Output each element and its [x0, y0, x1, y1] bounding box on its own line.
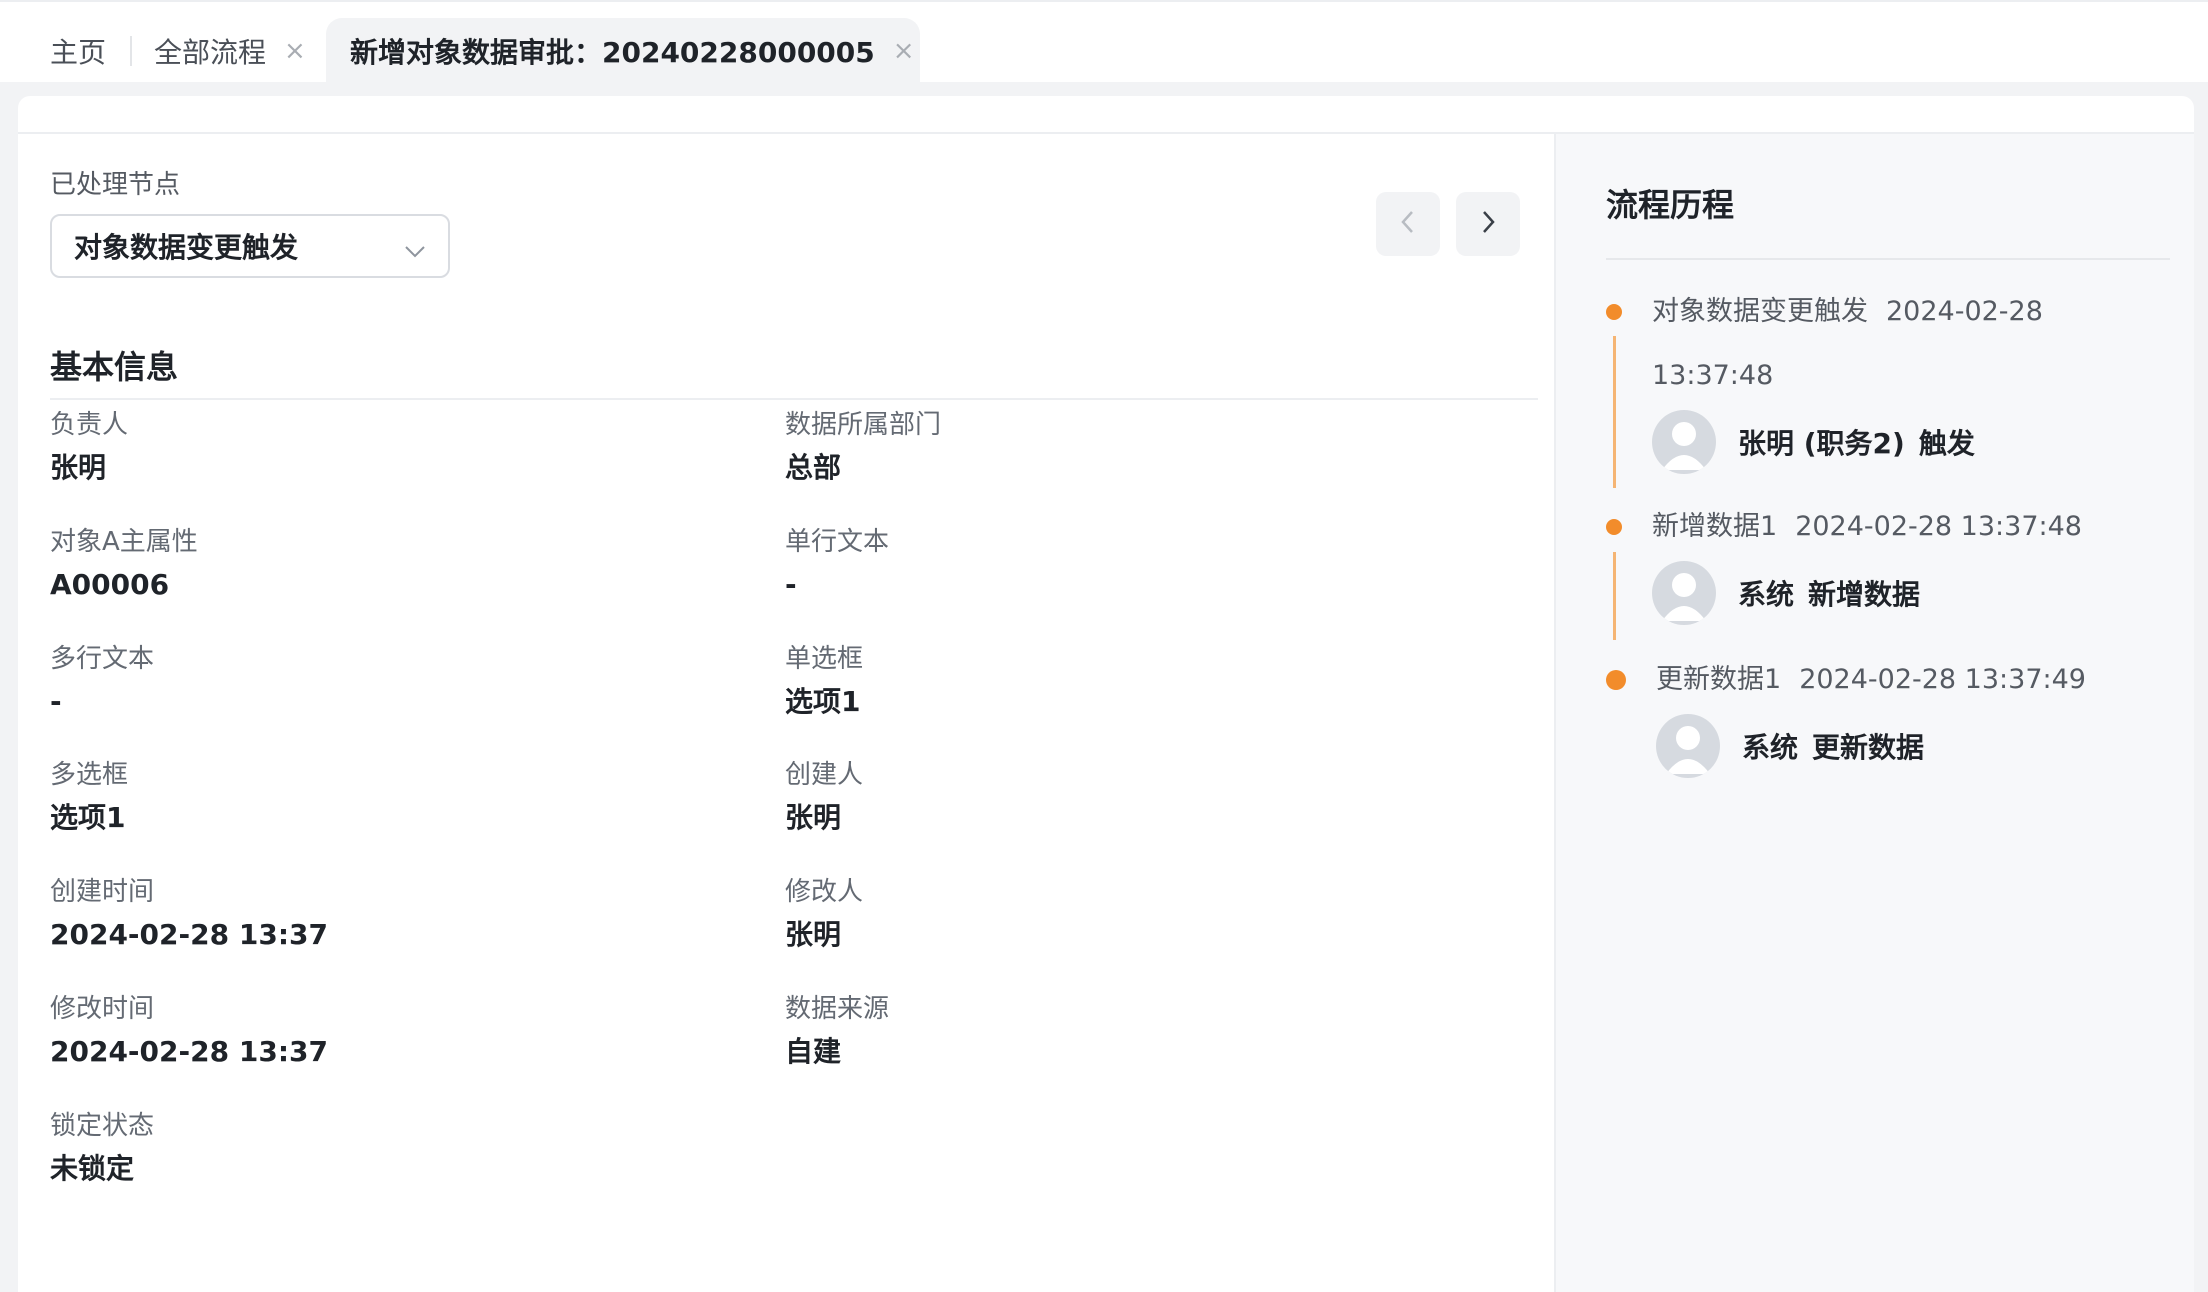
timeline-item-header: 更新数据1 2024-02-28 13:37:49 — [1656, 648, 2126, 712]
field-label: 锁定状态 — [50, 1111, 155, 1141]
main-card: 已处理节点 对象数据变更触发 基本信息 负责人 张明 数据所属部门 总部 对象A… — [18, 96, 2194, 1292]
field-lock-status: 锁定状态 未锁定 — [50, 1109, 750, 1187]
history-divider — [1606, 258, 2170, 260]
field-creator: 创建人 张明 — [785, 758, 1485, 836]
timeline-dot — [1606, 304, 1622, 320]
field-radio: 单选框 选项1 — [785, 642, 1485, 720]
tab-home-label: 主页 — [50, 36, 107, 69]
avatar-placeholder-icon — [1652, 561, 1716, 625]
prev-node-button[interactable] — [1376, 192, 1440, 256]
history-title: 流程历程 — [1606, 186, 1735, 224]
close-icon[interactable]: × — [893, 36, 915, 66]
field-label: 创建人 — [785, 760, 864, 790]
timeline-dot — [1606, 519, 1622, 535]
node-select[interactable]: 对象数据变更触发 — [50, 214, 450, 278]
field-label: 修改人 — [785, 877, 864, 907]
timeline-dot — [1606, 670, 1626, 690]
tab-all-process[interactable]: 全部流程 × — [154, 18, 306, 84]
timeline-user: 系统 — [1742, 731, 1799, 764]
processed-nodes-label: 已处理节点 — [50, 170, 181, 200]
tab-approval-label: 新增对象数据审批：20240228000005 — [350, 36, 875, 69]
tab-divider — [130, 36, 132, 66]
field-label: 数据来源 — [785, 994, 890, 1024]
field-value: 选项1 — [785, 685, 861, 718]
field-value: 张明 — [50, 451, 107, 484]
section-divider — [50, 398, 1538, 400]
field-label: 修改时间 — [50, 994, 155, 1024]
field-multi-line-text: 多行文本 - — [50, 642, 750, 720]
timeline-user-row: 张明 (职务2) 触发 — [1652, 410, 1975, 474]
timeline-item-header: 对象数据变更触发 2024-02-28 13:37:48 — [1652, 280, 2122, 408]
field-department: 数据所属部门 总部 — [785, 408, 1485, 486]
field-primary-attr: 对象A主属性 A00006 — [50, 525, 750, 603]
field-value: 选项1 — [50, 801, 126, 834]
field-created-time: 创建时间 2024-02-28 13:37 — [50, 875, 750, 953]
timeline-action: 更新数据 — [1812, 731, 1925, 764]
field-owner: 负责人 张明 — [50, 408, 750, 486]
field-label: 创建时间 — [50, 877, 155, 907]
timeline-user-row: 系统 新增数据 — [1652, 561, 1920, 625]
field-value: 2024-02-28 13:37 — [50, 918, 328, 951]
field-modifier: 修改人 张明 — [785, 875, 1485, 953]
next-node-button[interactable] — [1456, 192, 1520, 256]
avatar-placeholder-icon — [1652, 410, 1716, 474]
field-label: 对象A主属性 — [50, 527, 198, 557]
timeline-user: 张明 (职务2) — [1738, 427, 1905, 460]
field-data-source: 数据来源 自建 — [785, 992, 1485, 1070]
tab-home[interactable]: 主页 — [50, 18, 126, 84]
timeline-node-name: 更新数据1 — [1656, 664, 1782, 695]
field-value: 2024-02-28 13:37 — [50, 1035, 328, 1068]
field-value: 总部 — [785, 451, 842, 484]
node-select-value: 对象数据变更触发 — [74, 231, 299, 264]
field-value: - — [50, 685, 62, 718]
timeline-time: 2024-02-28 13:37:49 — [1799, 664, 2086, 695]
timeline-line — [1613, 552, 1616, 640]
section-title-basic-info: 基本信息 — [50, 348, 179, 386]
chevron-down-icon — [404, 236, 426, 269]
timeline-time: 2024-02-28 13:37:48 — [1795, 511, 2082, 542]
field-label: 单选框 — [785, 644, 864, 674]
avatar-placeholder-icon — [1656, 714, 1720, 778]
tab-bar: 主页 全部流程 × 新增对象数据审批：20240228000005 × — [0, 0, 2208, 84]
field-value: 自建 — [785, 1035, 842, 1068]
timeline-action: 新增数据 — [1808, 578, 1921, 611]
timeline-line — [1613, 336, 1616, 488]
chevron-right-icon — [1476, 208, 1500, 240]
tab-approval[interactable]: 新增对象数据审批：20240228000005 × — [326, 18, 920, 84]
field-value: 张明 — [785, 801, 842, 834]
field-modified-time: 修改时间 2024-02-28 13:37 — [50, 992, 750, 1070]
chevron-left-icon — [1396, 208, 1420, 240]
history-pane: 流程历程 对象数据变更触发 2024-02-28 13:37:48 张明 (职务2… — [1554, 134, 2194, 1292]
field-value: 未锁定 — [50, 1152, 135, 1185]
timeline-node-name: 对象数据变更触发 — [1652, 296, 1868, 327]
detail-pane: 已处理节点 对象数据变更触发 基本信息 负责人 张明 数据所属部门 总部 对象A… — [18, 134, 1554, 1292]
close-icon[interactable]: × — [284, 36, 306, 66]
timeline-user: 系统 — [1738, 578, 1795, 611]
field-label: 多行文本 — [50, 644, 155, 674]
field-value: - — [785, 568, 797, 601]
timeline-node-name: 新增数据1 — [1652, 511, 1778, 542]
field-label: 负责人 — [50, 410, 129, 440]
field-value: 张明 — [785, 918, 842, 951]
timeline-action: 触发 — [1918, 427, 1975, 460]
timeline-item-header: 新增数据1 2024-02-28 13:37:48 — [1652, 495, 2122, 559]
timeline-user-row: 系统 更新数据 — [1656, 714, 1924, 778]
field-label: 数据所属部门 — [785, 410, 942, 440]
field-label: 多选框 — [50, 760, 129, 790]
field-checkbox: 多选框 选项1 — [50, 758, 750, 836]
field-single-line-text: 单行文本 - — [785, 525, 1485, 603]
tab-all-process-label: 全部流程 — [154, 36, 267, 69]
field-label: 单行文本 — [785, 527, 890, 557]
field-value: A00006 — [50, 568, 170, 601]
card-header — [18, 96, 2194, 134]
